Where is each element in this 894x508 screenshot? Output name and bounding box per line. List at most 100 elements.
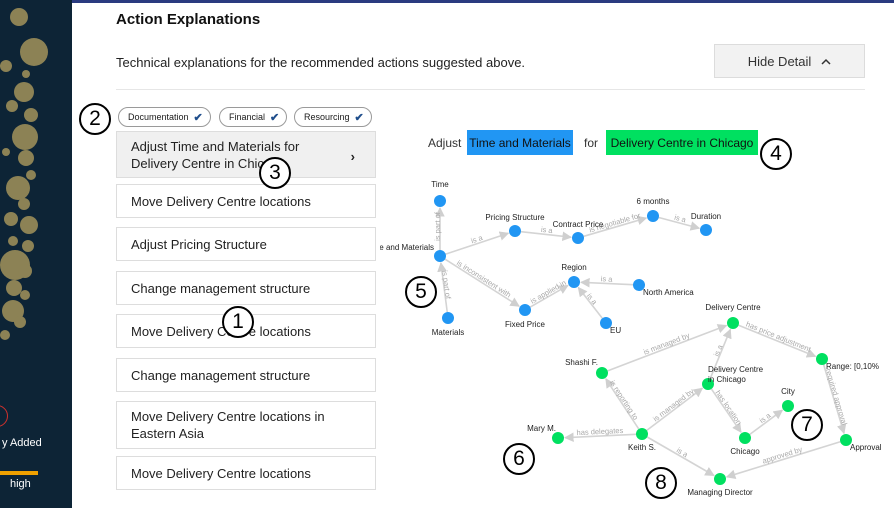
check-icon: ✔ xyxy=(193,111,203,124)
hide-detail-label: Hide Detail xyxy=(747,53,812,69)
graph-node-label: 6 months xyxy=(637,197,670,206)
filter-chip-documentation[interactable]: Documentation ✔ xyxy=(118,107,211,127)
sidebar-bubble xyxy=(20,38,48,66)
callout-2: 2 xyxy=(79,103,111,135)
graph-node-tm[interactable] xyxy=(434,250,446,262)
hide-detail-button[interactable]: Hide Detail xyxy=(714,44,865,78)
callout-1: 1 xyxy=(222,306,254,338)
graph-node-label: North America xyxy=(643,288,694,297)
graph-node-sixm[interactable] xyxy=(647,210,659,222)
sidebar-bubble xyxy=(14,316,26,328)
location-pill: Delivery Centre in Chicago xyxy=(606,130,758,155)
sidebar-bubble xyxy=(4,212,18,226)
graph-node-mat[interactable] xyxy=(442,312,454,324)
action-item-label: Change management structure xyxy=(131,280,311,296)
graph-node-label: Delivery Centre xyxy=(708,365,764,374)
graph-node-label: Approval xyxy=(850,443,882,452)
sidebar-bubble xyxy=(18,150,34,166)
filter-chip-label: Financial xyxy=(229,112,266,122)
graph-node-city[interactable] xyxy=(782,400,794,412)
sidebar-bubble xyxy=(12,124,38,150)
sidebar-bubble xyxy=(8,236,18,246)
page-subtitle: Technical explanations for the recommend… xyxy=(116,55,526,70)
graph-edge-label: is a xyxy=(675,446,690,460)
graph-edge-label: is a xyxy=(758,410,773,425)
graph-node-time[interactable] xyxy=(434,195,446,207)
action-item-label: Adjust Pricing Structure xyxy=(131,236,267,252)
page-title: Action Explanations xyxy=(116,11,261,28)
action-item-label: Move Delivery Centre locations xyxy=(131,193,311,209)
graph-node-label: Region xyxy=(561,263,586,272)
graph-node-label: EU xyxy=(610,326,621,335)
graph-node-label: Time and Materials xyxy=(380,243,434,252)
graph-node-shashi[interactable] xyxy=(596,367,608,379)
sidebar-bubble xyxy=(20,216,38,234)
graph-edge-label: is part of xyxy=(433,211,442,241)
graph-edge-label: is managed by xyxy=(651,387,696,424)
top-border xyxy=(72,0,894,3)
graph-node-label: Pricing Structure xyxy=(485,213,545,222)
callout-5: 5 xyxy=(405,276,437,308)
sidebar-bubble xyxy=(0,60,12,72)
graph-node-reg[interactable] xyxy=(568,276,580,288)
graph-edge-label: is applied in xyxy=(529,278,568,305)
sidebar-bubble xyxy=(6,100,18,112)
graph-edge-label: is a xyxy=(601,274,614,284)
graph-node-dc[interactable] xyxy=(727,317,739,329)
graph-edge-label: approved by xyxy=(761,445,803,466)
graph-node-mary[interactable] xyxy=(552,432,564,444)
callout-8: 8 xyxy=(645,467,677,499)
graph-edge-label: is a xyxy=(585,292,600,307)
action-item-label: Move Delivery Centre locations xyxy=(131,465,311,481)
graph-edge-label: is reporting to xyxy=(608,379,640,422)
graph-node-label: Duration xyxy=(691,212,721,221)
graph-edge-label: is part of xyxy=(440,270,453,301)
sidebar-bubble xyxy=(24,108,38,122)
action-item[interactable]: Change management structure xyxy=(116,271,376,305)
explanation-adjust-label: Adjust xyxy=(428,136,462,150)
graph-node-cp[interactable] xyxy=(572,232,584,244)
graph-edge-label: has location xyxy=(714,389,744,427)
action-item[interactable]: Move Delivery Centre locations xyxy=(116,456,376,490)
action-item-label: Change management structure xyxy=(131,367,311,383)
action-item[interactable]: Change management structure xyxy=(116,358,376,392)
sidebar-bubble xyxy=(22,70,30,78)
sidebar-bubble xyxy=(10,8,28,26)
action-item[interactable]: Move Delivery Centre locations in Easter… xyxy=(116,401,376,449)
action-item[interactable]: Move Delivery Centre locations xyxy=(116,184,376,218)
filter-chip-label: Documentation xyxy=(128,112,189,122)
graph-edge-label: required approval xyxy=(824,368,849,427)
callout-7: 7 xyxy=(791,409,823,441)
graph-node-ps[interactable] xyxy=(509,225,521,237)
graph-node-chicago[interactable] xyxy=(739,432,751,444)
graph-node-keith[interactable] xyxy=(636,428,648,440)
graph-node-dur[interactable] xyxy=(700,224,712,236)
action-item[interactable]: Adjust Time and Materials for Delivery C… xyxy=(116,131,376,178)
graph-edge-label: is a xyxy=(712,343,725,358)
filter-chip-label: Resourcing xyxy=(304,112,350,122)
graph-node-label: Mary M. xyxy=(527,424,556,433)
explanation-for-label: for xyxy=(584,136,599,150)
knowledge-graph: is part of is ais a is negotiable for is ai… xyxy=(380,180,882,497)
graph-edge-label: has price adjustment xyxy=(745,320,813,355)
sidebar-legend-high: high xyxy=(10,478,31,490)
sidebar-bubble xyxy=(18,264,32,278)
filter-chip-financial[interactable]: Financial ✔ xyxy=(219,107,288,127)
action-item-label: Move Delivery Centre locations in Easter… xyxy=(131,409,325,441)
sidebar-bubble xyxy=(18,198,30,210)
callout-3: 3 xyxy=(259,157,291,189)
graph-edge-label: is managed by xyxy=(642,331,691,357)
graph-node-label: Time xyxy=(431,180,449,189)
action-item[interactable]: Adjust Pricing Structure xyxy=(116,227,376,261)
action-item-label: Adjust Time and Materials for Delivery C… xyxy=(131,138,300,171)
graph-node-label: Shashi F. xyxy=(565,358,598,367)
graph-node-label: Chicago xyxy=(730,447,760,456)
check-icon: ✔ xyxy=(270,111,280,124)
filter-chip-resourcing[interactable]: Resourcing ✔ xyxy=(294,107,372,127)
graph-node-md[interactable] xyxy=(714,473,726,485)
graph-node-label: Keith S. xyxy=(628,443,656,452)
graph-node-fp[interactable] xyxy=(519,304,531,316)
material-pill: Time and Materials xyxy=(467,130,573,155)
chevron-right-icon: › xyxy=(350,149,355,164)
sidebar-legend-bar xyxy=(0,471,38,475)
